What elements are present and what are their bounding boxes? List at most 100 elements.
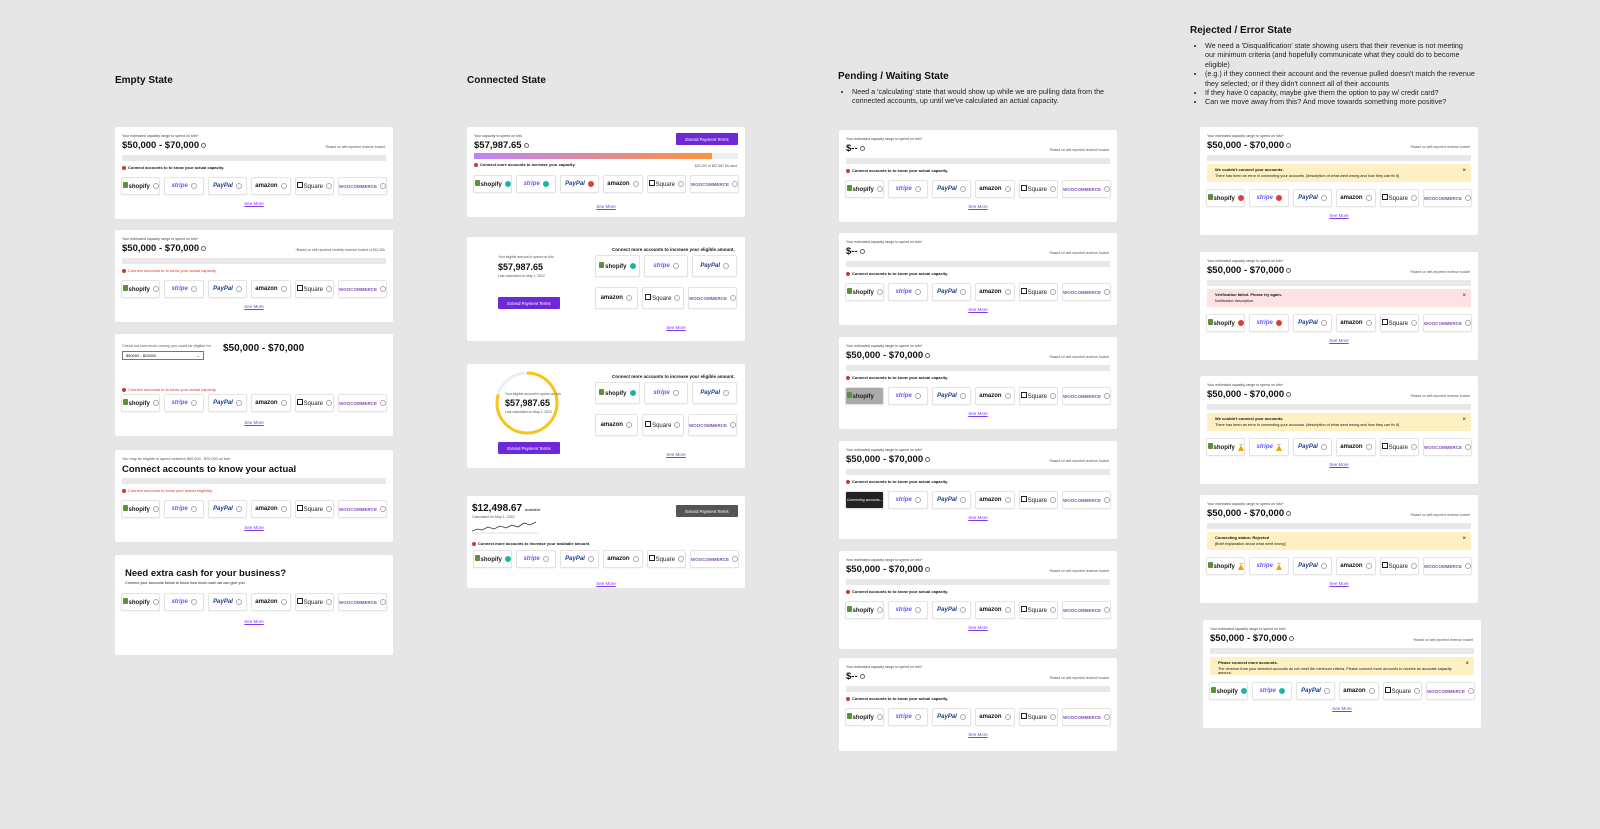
connect-amazon-tile[interactable]: amazon (975, 491, 1015, 509)
connect-shopify-tile[interactable]: shopify (845, 708, 885, 726)
connect-amazon-tile[interactable]: amazon (251, 593, 291, 611)
connect-amazon-tile[interactable]: amazon (595, 287, 638, 309)
connect-paypal-tile[interactable]: PayPal (559, 550, 600, 568)
connect-woo-tile[interactable]: WOOCOMMERCE (1423, 438, 1473, 456)
connect-stripe-tile[interactable]: stripe (516, 175, 556, 193)
see-more-link[interactable]: See More (467, 204, 745, 209)
connect-stripe-tile[interactable]: stripe (888, 708, 928, 726)
connect-square-tile[interactable]: Square (1379, 557, 1420, 575)
connect-amazon-tile[interactable]: amazon (975, 708, 1015, 726)
connect-shopify-tile[interactable]: shopify (595, 382, 640, 404)
connect-stripe-tile[interactable]: stripe (1249, 189, 1289, 207)
connect-square-tile[interactable]: Square (1018, 708, 1059, 726)
connect-amazon-tile[interactable]: amazon (975, 180, 1015, 198)
connect-amazon-tile[interactable]: amazon (975, 387, 1015, 405)
close-icon[interactable]: × (1465, 661, 1469, 667)
revenue-select[interactable]: $50000 - $25000 ⌄ (122, 351, 204, 360)
info-icon[interactable] (201, 142, 207, 148)
connect-stripe-tile[interactable]: stripe (164, 280, 204, 298)
see-more-link[interactable]: See More (839, 515, 1117, 520)
connect-shopify-tile[interactable]: shopify (1209, 682, 1249, 700)
see-more-link[interactable]: See More (1203, 706, 1481, 711)
connect-paypal-tile[interactable]: PayPal (692, 255, 738, 277)
connect-paypal-tile[interactable]: PayPal (1292, 557, 1333, 575)
connect-square-tile[interactable]: Square (641, 287, 684, 309)
connect-stripe-tile[interactable]: stripe (1249, 314, 1289, 332)
see-more-link[interactable]: See More (115, 525, 393, 530)
connect-square-tile[interactable]: Square (1382, 682, 1423, 700)
info-icon[interactable] (1289, 635, 1295, 641)
connect-amazon-tile[interactable]: amazon (251, 394, 291, 412)
connect-amazon-tile[interactable]: amazon (1336, 557, 1376, 575)
connect-shopify-tile[interactable]: shopify (121, 500, 161, 518)
connect-woo-tile[interactable]: WOOCOMMERCE (1062, 387, 1112, 405)
info-icon[interactable] (1286, 510, 1292, 516)
connect-shopify-tile[interactable]: shopify (845, 180, 885, 198)
connect-woo-tile[interactable]: WOOCOMMERCE (1062, 601, 1112, 619)
connect-shopify-tile[interactable]: shopify (121, 177, 161, 195)
connect-woo-tile[interactable]: WOOCOMMERCE (1062, 708, 1112, 726)
connect-paypal-tile[interactable]: PayPal (207, 177, 248, 195)
connect-shopify-tile[interactable]: shopify (845, 283, 885, 301)
connect-square-tile[interactable]: Square (641, 414, 684, 436)
connect-shopify-tile[interactable]: shopify (121, 394, 161, 412)
connect-stripe-tile[interactable]: stripe (164, 500, 204, 518)
connect-stripe-tile[interactable]: stripe (888, 283, 928, 301)
connect-shopify-tile[interactable]: shopify (121, 593, 161, 611)
connect-square-tile[interactable]: Square (1379, 314, 1420, 332)
connect-paypal-tile[interactable]: PayPal (207, 593, 248, 611)
connect-paypal-tile[interactable]: PayPal (1292, 314, 1333, 332)
info-icon[interactable] (859, 673, 865, 679)
connect-stripe-tile[interactable]: stripe (643, 255, 689, 277)
connect-shopify-tile[interactable]: shopify (1206, 189, 1246, 207)
connect-amazon-tile[interactable]: amazon (1336, 314, 1376, 332)
connect-square-tile[interactable]: Square (294, 177, 335, 195)
info-icon[interactable] (925, 566, 931, 572)
connect-woo-tile[interactable]: WOOCOMMERCE (338, 280, 388, 298)
connect-paypal-tile[interactable]: PayPal (931, 283, 972, 301)
extend-payment-terms-button[interactable]: Extend Payment Terms (498, 442, 560, 454)
connect-stripe-tile[interactable]: stripe (888, 491, 928, 509)
info-icon[interactable] (925, 456, 931, 462)
see-more-link[interactable]: See More (607, 325, 745, 330)
connect-paypal-tile[interactable]: PayPal (692, 382, 738, 404)
connect-woo-tile[interactable]: WOOCOMMERCE (1423, 189, 1473, 207)
see-more-link[interactable]: See More (1200, 581, 1478, 586)
extend-payment-terms-button[interactable]: Extend Payment Terms (676, 133, 738, 145)
connect-stripe-tile[interactable]: stripe (164, 593, 204, 611)
connect-woo-tile[interactable]: WOOCOMMERCE (688, 414, 737, 436)
connect-paypal-tile[interactable]: PayPal (931, 708, 972, 726)
see-more-link[interactable]: See More (839, 625, 1117, 630)
see-more-link[interactable]: See More (1200, 462, 1478, 467)
connect-amazon-tile[interactable]: amazon (603, 550, 643, 568)
connect-woo-tile[interactable]: WOOCOMMERCE (338, 177, 388, 195)
connect-square-tile[interactable]: Square (1018, 387, 1059, 405)
connect-shopify-tile[interactable]: shopify (121, 280, 161, 298)
connect-woo-tile[interactable]: WOOCOMMERCE (690, 550, 740, 568)
see-more-link[interactable]: See More (1200, 338, 1478, 343)
info-icon[interactable] (859, 145, 865, 151)
connect-stripe-tile[interactable]: stripe (888, 387, 928, 405)
connect-square-tile[interactable]: Square (294, 593, 335, 611)
connect-square-tile[interactable]: Square (1018, 180, 1059, 198)
connect-paypal-tile[interactable]: PayPal (931, 491, 972, 509)
info-icon[interactable] (1286, 267, 1292, 273)
connect-paypal-tile[interactable]: PayPal (207, 280, 248, 298)
connect-woo-tile[interactable]: WOOCOMMERCE (1062, 491, 1112, 509)
connect-stripe-tile[interactable]: stripe (1249, 557, 1289, 575)
see-more-link[interactable]: See More (115, 201, 393, 206)
connect-square-tile[interactable]: Square (1379, 438, 1420, 456)
connect-amazon-tile[interactable]: amazon (1336, 438, 1376, 456)
info-icon[interactable] (859, 248, 865, 254)
connect-paypal-tile[interactable]: PayPal (1292, 438, 1333, 456)
connect-woo-tile[interactable]: WOOCOMMERCE (1062, 180, 1112, 198)
connect-woo-tile[interactable]: WOOCOMMERCE (1423, 557, 1473, 575)
connect-shopify-tile[interactable]: shopify (473, 175, 513, 193)
see-more-link[interactable]: See More (1200, 213, 1478, 218)
info-icon[interactable] (1286, 391, 1292, 397)
connect-shopify-tile[interactable]: shopify (1206, 314, 1246, 332)
connect-paypal-tile[interactable]: PayPal (931, 387, 972, 405)
connect-stripe-tile[interactable]: stripe (1252, 682, 1292, 700)
connect-woo-tile[interactable]: WOOCOMMERCE (1062, 283, 1112, 301)
connect-woo-tile[interactable]: WOOCOMMERCE (338, 593, 388, 611)
